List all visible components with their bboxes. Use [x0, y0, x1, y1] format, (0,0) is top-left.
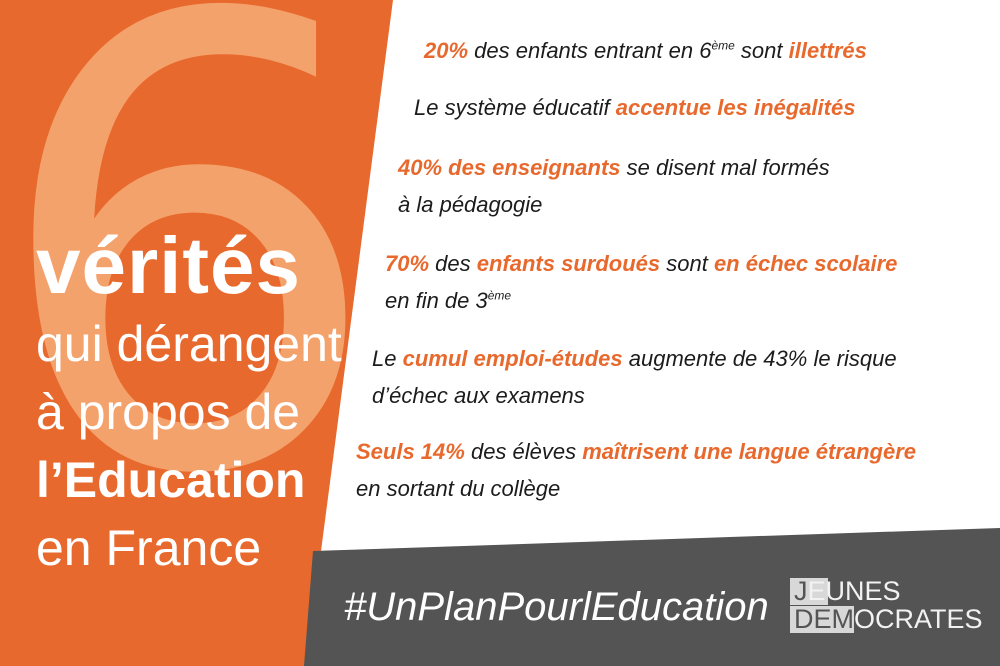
fact-text: à la pédagogie	[398, 192, 543, 217]
fact-highlight: cumul emploi-études	[402, 346, 623, 371]
fact-highlight: Seuls 14%	[356, 439, 465, 464]
logo-eunes: EUNES	[807, 576, 901, 606]
fact-text: Le système éducatif	[414, 95, 616, 120]
fact-highlight: accentue les inégalités	[615, 95, 856, 120]
fact-text: Le	[372, 346, 403, 371]
fact-text: en sortant du collège	[356, 476, 561, 501]
fact-text: sont	[660, 251, 714, 276]
fact-highlight: en échec scolaire	[713, 251, 898, 276]
headline-block: vérités qui dérangent à propos de l’Educ…	[36, 226, 342, 578]
fact-text: ème	[487, 288, 512, 303]
headline-line-2: qui dérangent	[36, 316, 342, 372]
fact-4: 70% des enfants surdoués sont en échec s…	[385, 245, 897, 319]
logo-ocrates: OCRATES	[854, 604, 983, 634]
headline-line-5: en France	[36, 520, 262, 576]
fact-text: des enfants entrant en 6	[468, 38, 712, 63]
fact-text: d’échec aux examens	[372, 383, 585, 408]
fact-6: Seuls 14% des élèves maîtrisent une lang…	[356, 433, 916, 507]
fact-text: se disent mal formés	[620, 155, 830, 180]
headline-line-3: à propos de	[36, 384, 301, 440]
fact-5: Le cumul emploi-études augmente de 43% l…	[372, 340, 897, 414]
fact-highlight: illettrés	[788, 38, 867, 63]
fact-text: augmente de 43% le risque	[622, 346, 897, 371]
fact-text: ème	[711, 38, 735, 53]
fact-highlight: 20%	[424, 38, 469, 63]
fact-1: 20% des enfants entrant en 6ème sont ill…	[424, 32, 867, 69]
fact-2: Le système éducatif accentue les inégali…	[414, 89, 855, 126]
fact-highlight: 70%	[385, 251, 430, 276]
logo-line-1: JEUNES	[794, 578, 901, 605]
fact-highlight: 40% des enseignants	[398, 155, 621, 180]
fact-highlight: maîtrisent une langue étrangère	[582, 439, 917, 464]
headline-line-4: l’Education	[36, 452, 306, 508]
headline-line-1: vérités	[36, 221, 301, 310]
fact-3: 40% des enseignants se disent mal formés…	[398, 149, 830, 223]
fact-highlight: enfants surdoués	[476, 251, 661, 276]
fact-text: des	[429, 251, 477, 276]
logo-line-2: DEMOCRATES	[794, 606, 983, 633]
logo-dem: DEM	[794, 604, 854, 634]
hashtag: #UnPlanPourlEducation	[344, 585, 769, 629]
logo-j: J	[794, 576, 808, 606]
fact-text: sont	[734, 38, 789, 63]
fact-text: en fin de 3	[385, 288, 488, 313]
fact-text: des élèves	[464, 439, 583, 464]
